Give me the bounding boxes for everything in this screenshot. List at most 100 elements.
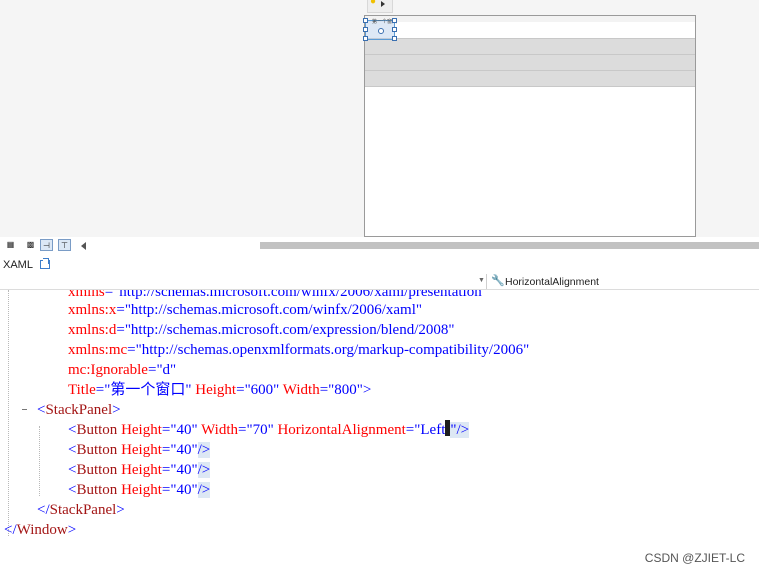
navigation-bar: ▼ 🔧 HorizontalAlignment	[0, 274, 759, 290]
preview-button-2[interactable]	[365, 39, 695, 55]
code-attribute: xmlns:d	[68, 322, 117, 338]
member-dropdown[interactable]: HorizontalAlignment	[505, 275, 599, 289]
preview-button-4[interactable]	[365, 71, 695, 87]
code-tag: Button	[76, 442, 118, 458]
code-tag: Button	[76, 482, 118, 498]
code-bracket: >	[362, 382, 372, 398]
horizontal-split-icon[interactable]: ⊣	[40, 239, 53, 251]
code-bracket: >	[67, 522, 77, 538]
wrench-icon: 🔧	[491, 275, 505, 287]
type-dropdown[interactable]: ▼	[0, 274, 487, 289]
resize-handle-bottom-left[interactable]	[363, 36, 368, 41]
resize-handle-bottom-right[interactable]	[392, 36, 397, 41]
code-attribute: xmlns	[68, 290, 105, 300]
code-equals: =	[116, 302, 125, 318]
code-attribute: HorizontalAlignment	[277, 422, 406, 438]
code-bracket: />	[197, 442, 211, 458]
code-bracket: >	[116, 502, 125, 518]
popout-icon[interactable]	[40, 258, 50, 269]
preview-button-3[interactable]	[365, 55, 695, 71]
code-attribute: Height	[195, 382, 237, 398]
code-attribute: Height	[121, 442, 162, 458]
code-tag: Button	[76, 462, 118, 478]
code-equals: =	[95, 382, 105, 398]
quick-actions-tag[interactable]: ●	[367, 0, 393, 13]
code-value: "70"	[246, 422, 274, 438]
indent-guide	[8, 290, 9, 536]
code-attribute: Width	[282, 382, 320, 398]
code-attribute: mc:Ignorable	[68, 362, 148, 378]
code-value: "http://schemas.microsoft.com/winfx/2006…	[113, 290, 488, 300]
code-attribute: Height	[121, 422, 162, 438]
vertical-split-icon[interactable]: ⊤	[58, 239, 71, 251]
code-tag: Window	[16, 522, 68, 538]
code-equals: =	[319, 382, 329, 398]
code-value: "http://schemas.openxmlformats.org/marku…	[135, 342, 530, 358]
code-value: "http://schemas.microsoft.com/expression…	[124, 322, 455, 338]
grid-icon[interactable]: ▦	[4, 239, 17, 251]
lightbulb-icon[interactable]: ●	[370, 0, 378, 7]
window-preview[interactable]	[364, 15, 696, 237]
code-value: "第一个窗口"	[104, 382, 192, 398]
collapse-pane-icon[interactable]	[81, 242, 86, 250]
code-value: "600"	[244, 382, 280, 398]
code-value: "800"	[328, 382, 363, 398]
code-equals: =	[405, 422, 415, 438]
code-attribute: xmlns:mc	[68, 342, 128, 358]
code-equals: =	[236, 382, 245, 398]
code-bracket: />	[197, 482, 211, 498]
code-tag: StackPanel	[49, 502, 117, 518]
code-line[interactable]: Title="第一个窗口" Height="600" Width="800">	[68, 380, 371, 400]
chevron-right-icon[interactable]	[381, 1, 385, 7]
resize-handle-top-right[interactable]	[392, 18, 397, 23]
resize-handle-right[interactable]	[392, 27, 397, 32]
code-line[interactable]: </Window>	[4, 520, 76, 540]
code-bracket: </	[37, 502, 50, 518]
code-tag: StackPanel	[45, 402, 113, 418]
indent-guide	[39, 426, 40, 496]
code-value: "40"	[170, 462, 198, 478]
preview-button-1[interactable]	[365, 22, 695, 39]
selected-button-adorner[interactable]: 第一个窗口	[363, 18, 397, 41]
code-bracket: >	[112, 402, 121, 418]
code-line[interactable]: </StackPanel>	[37, 500, 125, 520]
resize-handle-left[interactable]	[363, 27, 368, 32]
code-bracket: />	[456, 422, 470, 438]
code-attribute: xmlns:x	[68, 302, 117, 318]
dropdown-arrow-icon[interactable]: ▼	[478, 277, 485, 284]
code-attribute: Width	[201, 422, 238, 438]
code-equals: =	[127, 342, 136, 358]
watermark: CSDN @ZJIET-LC	[644, 551, 745, 565]
code-value: "http://schemas.microsoft.com/winfx/2006…	[124, 302, 423, 318]
split-view-icon[interactable]: ▩	[24, 239, 37, 251]
fold-marker-icon[interactable]	[22, 407, 27, 412]
code-attribute: Height	[121, 482, 162, 498]
tab-xaml[interactable]: XAML	[3, 258, 33, 272]
designer-horizontal-scrollbar[interactable]	[260, 242, 759, 249]
design-surface[interactable]: ● 第一个窗口	[0, 0, 759, 240]
code-attribute: Title	[68, 382, 96, 398]
editor-tab-bar: XAML	[0, 255, 759, 275]
code-line[interactable]: xmlns:d="http://schemas.microsoft.com/ex…	[68, 320, 455, 340]
code-value: "Left	[414, 422, 446, 438]
code-equals: =	[104, 290, 114, 300]
code-line[interactable]: <StackPanel>	[37, 400, 121, 420]
code-line[interactable]: mc:Ignorable="d"	[68, 360, 176, 380]
code-line[interactable]: xmlns:mc="http://schemas.openxmlformats.…	[68, 340, 529, 360]
code-line[interactable]: <Button Height="40" Width="70" Horizonta…	[68, 420, 470, 440]
code-equals: =	[116, 322, 125, 338]
code-attribute: Height	[121, 462, 162, 478]
code-value: "40"	[170, 482, 198, 498]
code-line[interactable]: xmlns:x="http://schemas.microsoft.com/wi…	[68, 300, 422, 320]
code-tag: Button	[76, 422, 118, 438]
rotate-handle[interactable]	[378, 28, 384, 34]
code-line[interactable]: <Button Height="40"/>	[68, 460, 211, 480]
code-bracket: </	[4, 522, 17, 538]
resize-handle-top-left[interactable]	[363, 18, 368, 23]
code-line[interactable]: <Button Height="40"/>	[68, 440, 211, 460]
code-line[interactable]: <Button Height="40"/>	[68, 480, 211, 500]
code-value: "40"	[170, 442, 198, 458]
code-bracket: />	[197, 462, 211, 478]
code-value: "40"	[170, 422, 198, 438]
xaml-code-editor[interactable]: xmlns="http://schemas.microsoft.com/winf…	[0, 290, 759, 573]
